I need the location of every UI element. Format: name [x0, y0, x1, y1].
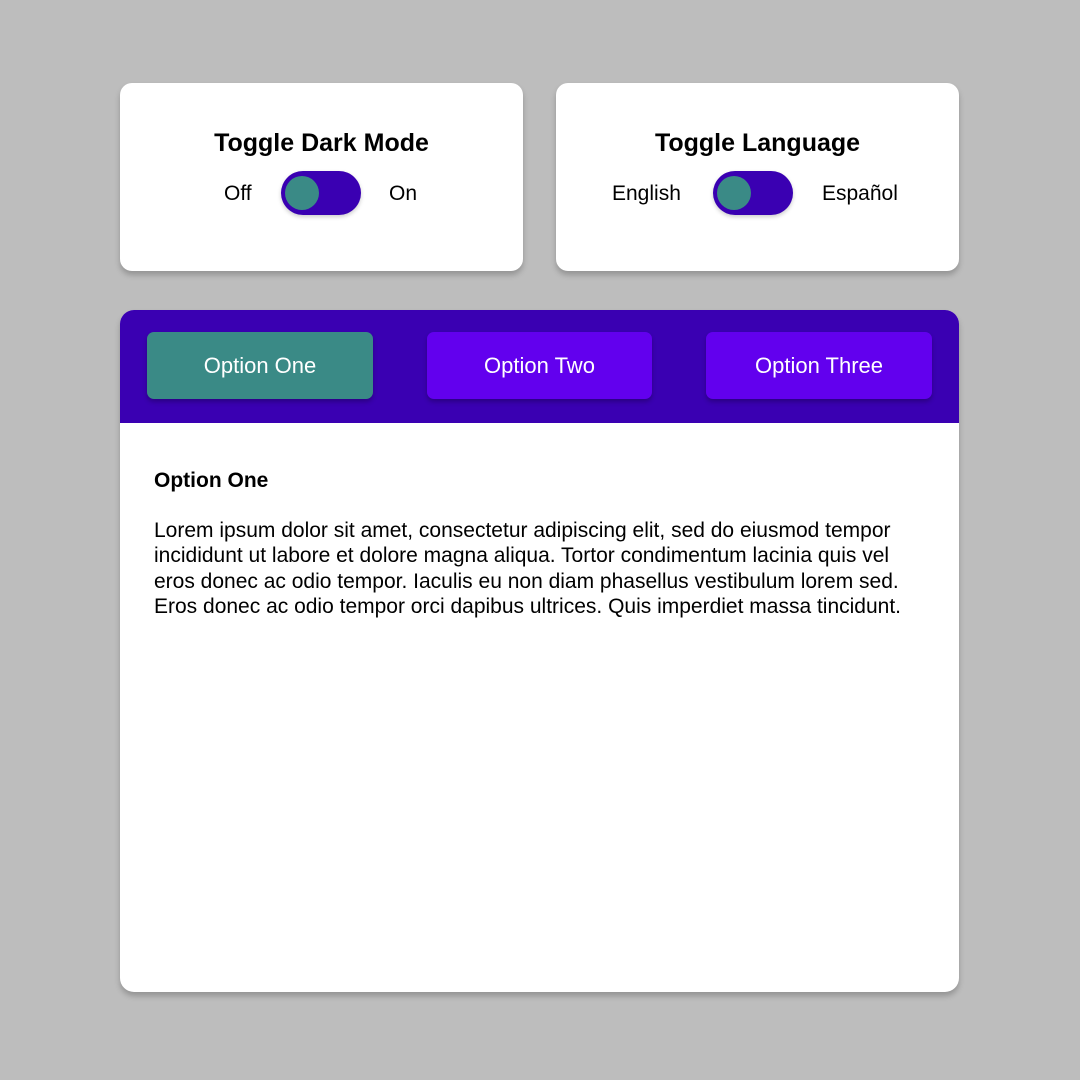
language-title: Toggle Language [654, 129, 861, 157]
dark-mode-switch-knob[interactable] [285, 176, 319, 210]
dark-mode-switch[interactable] [281, 171, 361, 215]
tab-bar: Option One Option Two Option Three [120, 310, 959, 423]
dark-mode-off-label: Off [224, 182, 252, 205]
tabs-panel: Option One Option Two Option Three Optio… [120, 310, 959, 992]
tab-option-two[interactable]: Option Two [427, 332, 652, 399]
language-spanish-label: Español [822, 182, 898, 205]
tab-option-three[interactable]: Option Three [706, 332, 932, 399]
language-card: Toggle Language English Español [556, 83, 959, 271]
page: Toggle Dark Mode Off On Toggle Language … [0, 0, 1080, 1080]
language-toggle-row: English Español [556, 171, 959, 215]
language-english-label: English [612, 182, 681, 205]
content-body: Lorem ipsum dolor sit amet, consectetur … [154, 519, 902, 618]
dark-mode-on-label: On [389, 182, 418, 205]
dark-mode-card: Toggle Dark Mode Off On [120, 83, 523, 271]
dark-mode-title: Toggle Dark Mode [214, 129, 429, 157]
dark-mode-toggle-row: Off On [120, 171, 523, 215]
tab-option-one[interactable]: Option One [147, 332, 373, 399]
tab-content: Option One Lorem ipsum dolor sit amet, c… [154, 468, 929, 619]
language-switch[interactable] [713, 171, 793, 215]
content-title: Option One [154, 469, 269, 492]
language-switch-knob[interactable] [717, 176, 751, 210]
